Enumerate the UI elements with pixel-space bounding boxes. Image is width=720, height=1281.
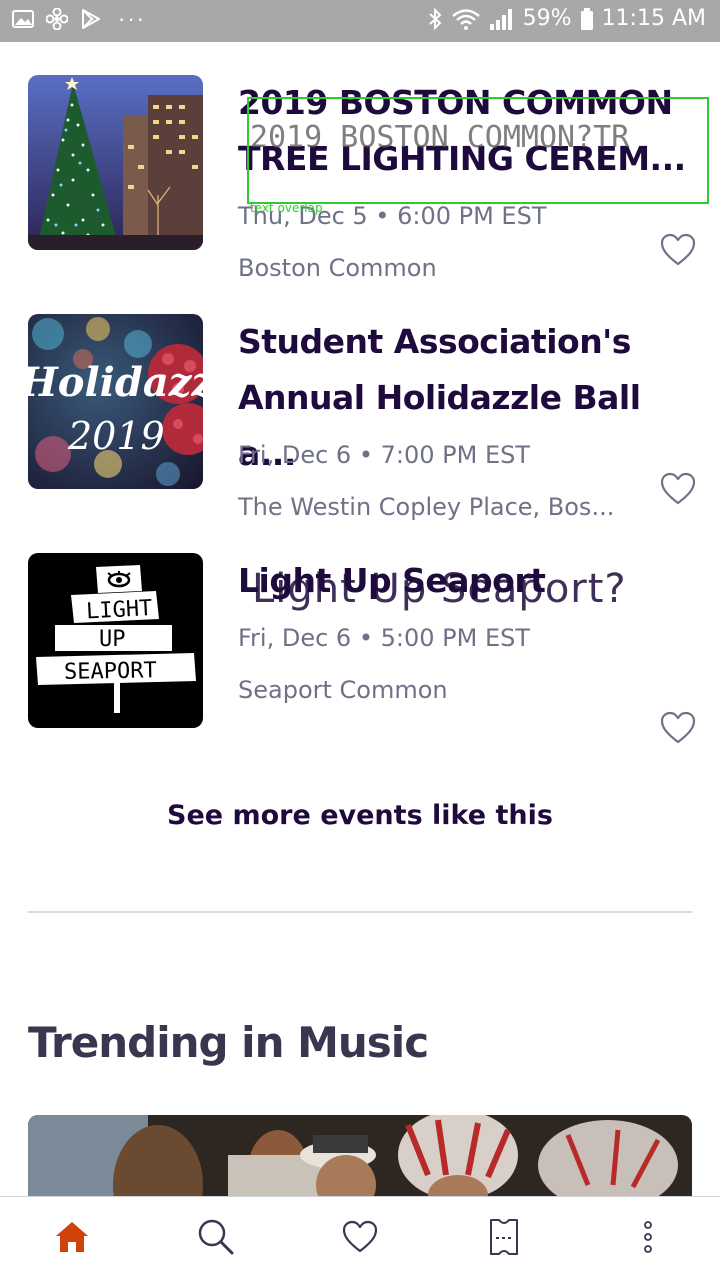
event-image-holidazzle: Holidazzl 2019	[28, 314, 203, 489]
image-text-holidazzle: Holidazzl	[28, 359, 203, 406]
nav-more[interactable]	[628, 1217, 668, 1257]
annotation-label: text overlap	[250, 201, 323, 215]
event-image-tree-lighting	[28, 75, 203, 250]
bluetooth-icon	[428, 7, 442, 30]
annotation-overlay-text: Light Up Seaport?	[252, 566, 627, 612]
event-venue: Seaport Common	[238, 676, 448, 704]
sign-text-light: LIGHT	[86, 596, 153, 624]
event-date: Fri, Dec 6 • 7:00 PM EST	[238, 441, 530, 469]
bottom-navigation	[0, 1196, 720, 1281]
signal-icon	[489, 8, 512, 30]
status-bar-notifications: ···	[12, 8, 146, 30]
nav-likes[interactable]	[340, 1217, 380, 1257]
search-icon	[198, 1219, 234, 1255]
status-bar-system: 59% 11:15 AM	[427, 6, 706, 31]
image-text-year: 2019	[67, 414, 165, 458]
home-icon	[56, 1222, 88, 1252]
gallery-icon	[12, 10, 34, 28]
sign-text-up: UP	[99, 627, 126, 652]
clock: 11:15 AM	[601, 6, 706, 31]
event-venue: The Westin Copley Place, Bos...	[238, 493, 615, 521]
heart-icon	[342, 1220, 378, 1253]
wifi-icon	[451, 8, 480, 30]
favorite-heart-icon[interactable]	[660, 711, 696, 745]
event-venue: Boston Common	[238, 254, 437, 282]
more-icon	[644, 1221, 652, 1253]
see-more-events-link[interactable]: See more events like this	[0, 800, 720, 831]
favorite-heart-icon[interactable]	[660, 233, 696, 267]
sign-text-seaport: SEAPORT	[64, 658, 157, 685]
event-image-light-up-seaport: LIGHT UP SEAPORT	[28, 553, 203, 728]
divider	[28, 911, 692, 913]
event-date: Fri, Dec 6 • 5:00 PM EST	[238, 624, 530, 652]
nav-home[interactable]	[52, 1217, 92, 1257]
battery-percent: 59%	[522, 6, 572, 31]
tickets-icon	[490, 1219, 518, 1255]
section-title: Trending in Music	[28, 1018, 429, 1067]
battery-icon	[580, 7, 593, 30]
status-bar: ··· 59% 11:15 AM	[0, 0, 720, 42]
nav-search[interactable]	[196, 1217, 236, 1257]
trending-music-image[interactable]	[28, 1115, 692, 1205]
annotation-overlay-text: 2019 BOSTON COMMON?TR	[250, 120, 630, 155]
nav-tickets[interactable]	[484, 1217, 524, 1257]
play-store-icon	[82, 9, 100, 29]
fan-icon	[46, 8, 68, 30]
more-notifications-icon: ···	[118, 6, 146, 31]
favorite-heart-icon[interactable]	[660, 472, 696, 506]
event-card[interactable]: Holidazzl 2019 Student Association's Ann…	[0, 314, 720, 521]
